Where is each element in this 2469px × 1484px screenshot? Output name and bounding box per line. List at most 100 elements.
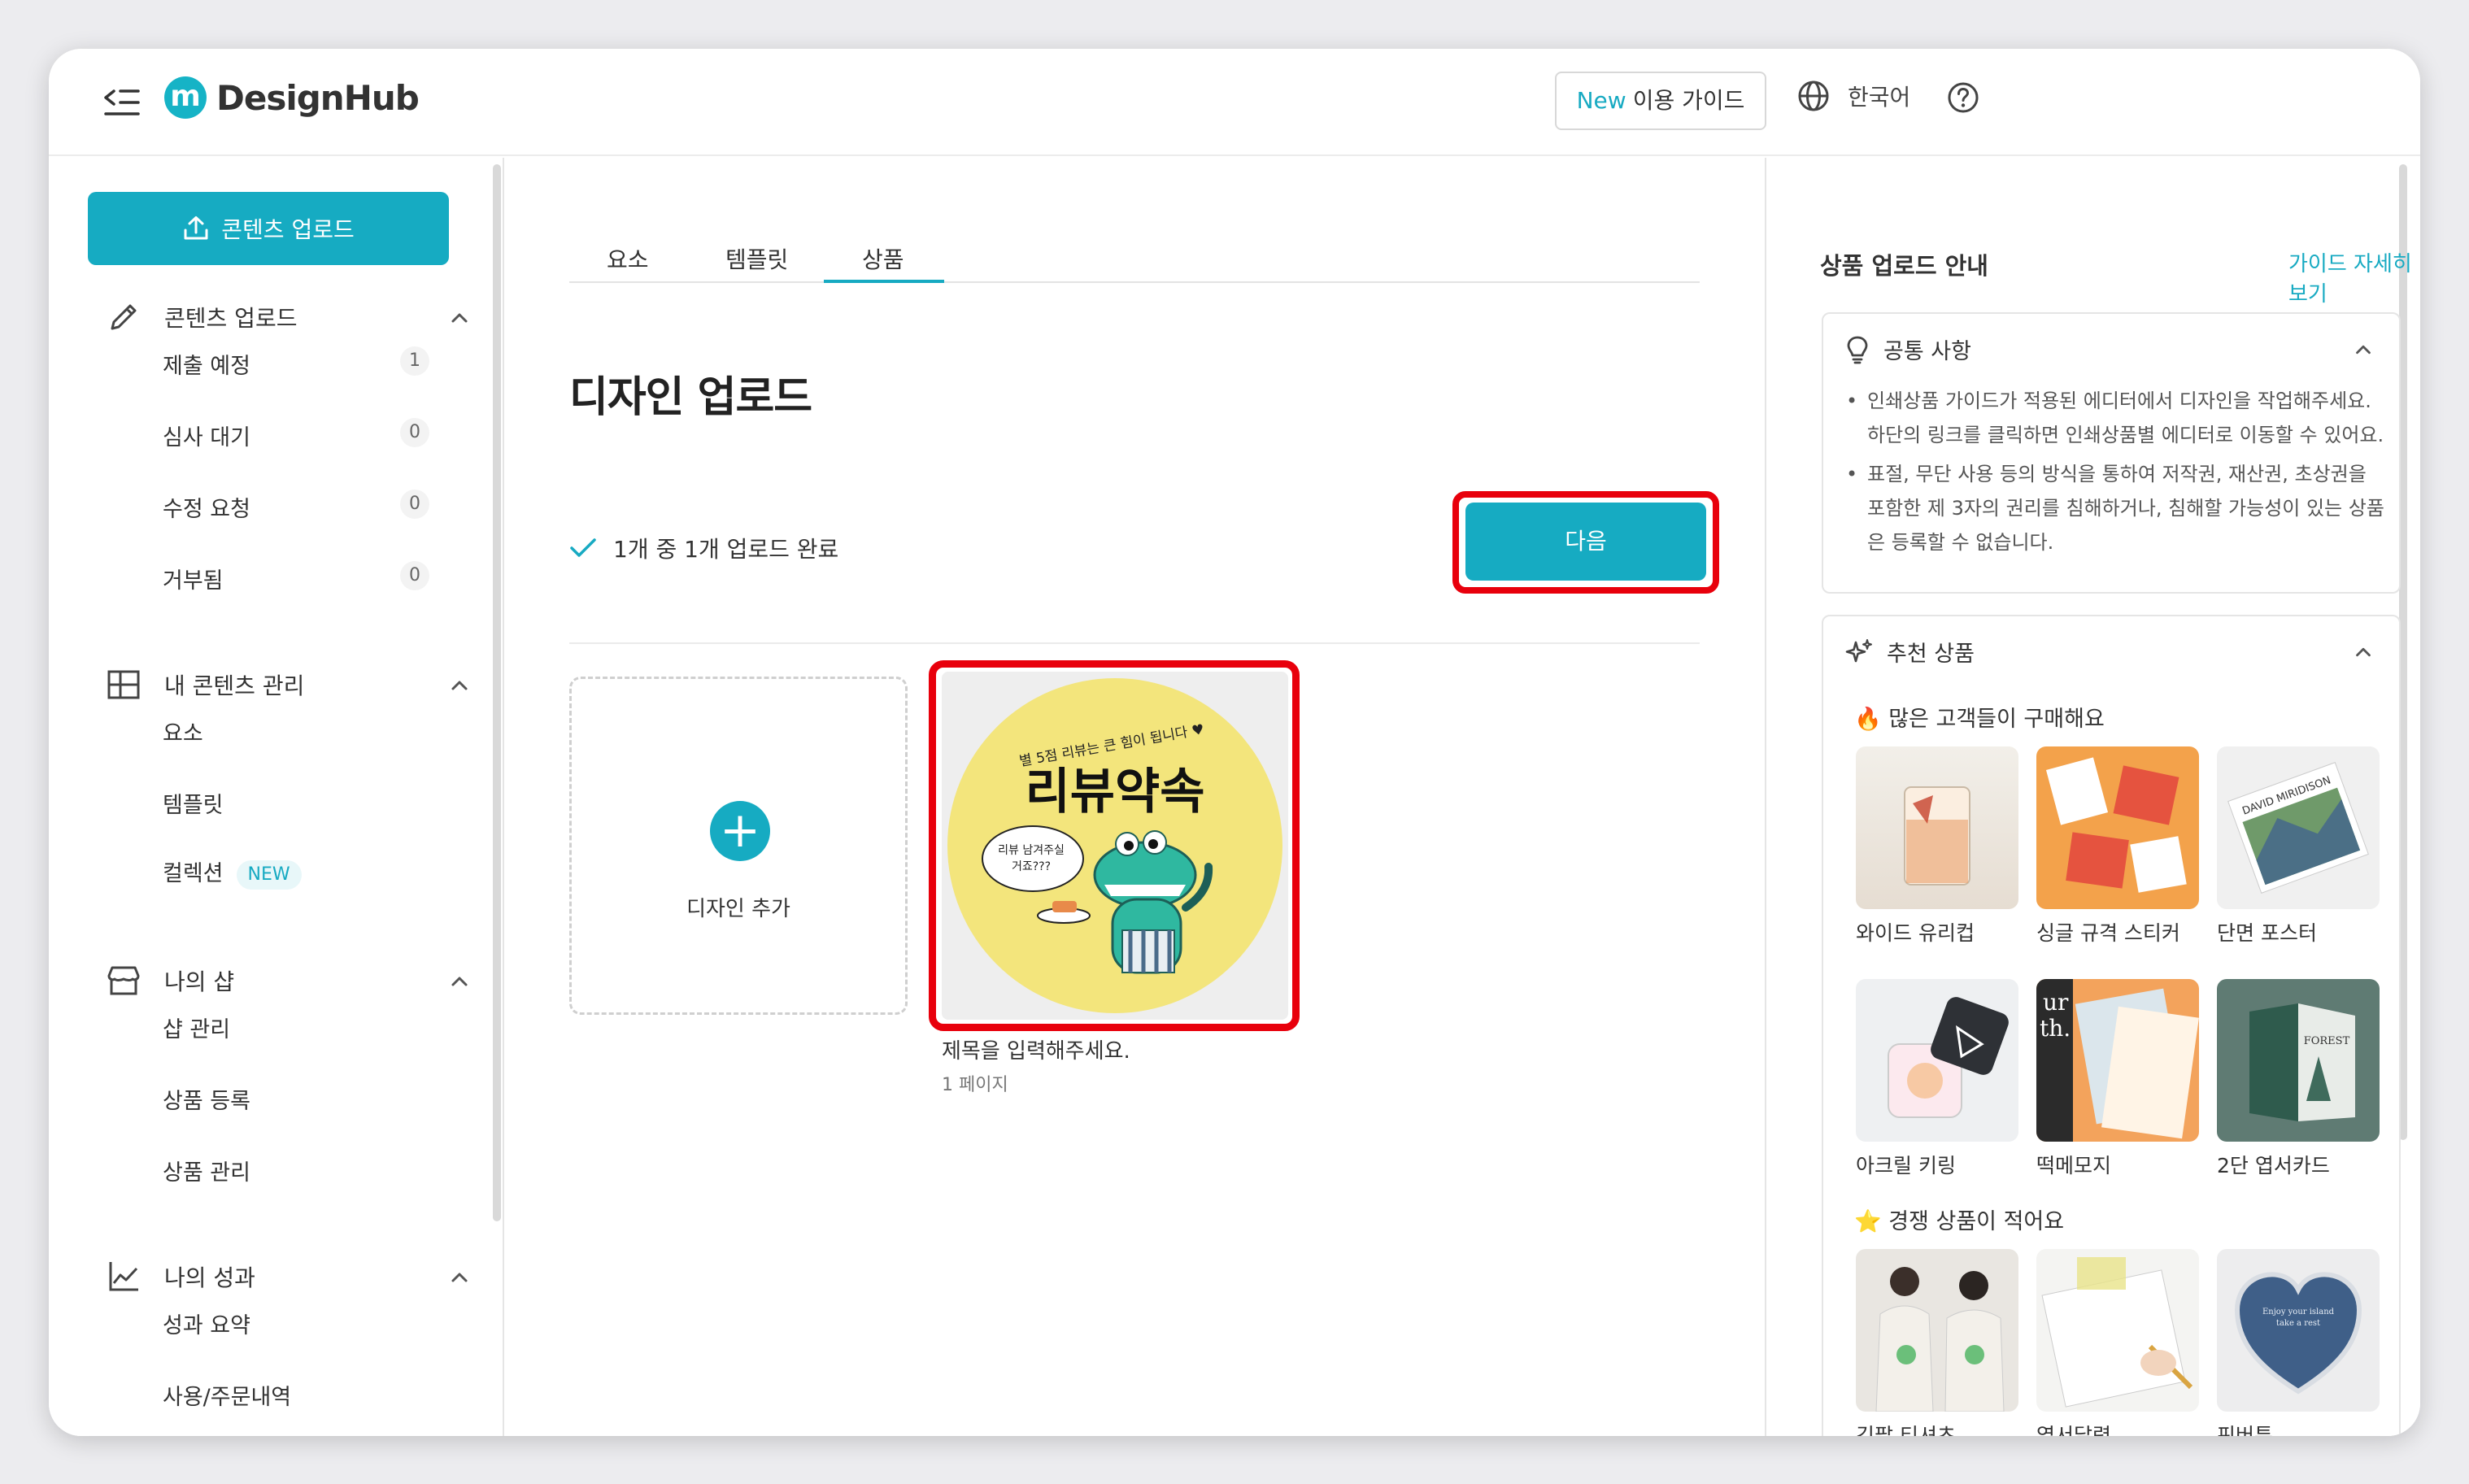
- sidebar-item-to-submit[interactable]: 제출 예정: [163, 348, 250, 380]
- main-content: 요소 템플릿 상품 디자인 업로드 1개 중 1개 업로드 완료 다음 + 디자…: [506, 158, 1766, 1436]
- check-icon: [570, 538, 596, 557]
- chart-line-icon: [109, 1262, 138, 1291]
- product-card[interactable]: Enjoy your island take a rest 핀버튼: [2217, 1249, 2380, 1436]
- help-icon[interactable]: [1947, 81, 1979, 117]
- chevron-up-icon[interactable]: [447, 969, 472, 994]
- memo-text-2: th.: [2040, 1015, 2071, 1042]
- product-thumbnail: FOREST: [2217, 979, 2380, 1142]
- tab-templates[interactable]: 템플릿: [725, 242, 788, 275]
- product-card[interactable]: ur th. 떡메모지: [2036, 979, 2199, 1179]
- upload-icon: [184, 216, 208, 240]
- sidebar-item-elements[interactable]: 요소: [163, 716, 203, 747]
- pin-text-1: Enjoy your island: [2262, 1308, 2335, 1316]
- product-name: 싱글 규격 스티커: [2036, 921, 2180, 945]
- chevron-up-icon[interactable]: [447, 673, 472, 698]
- nav-group-my-content[interactable]: 내 콘텐츠 관리: [106, 667, 480, 703]
- app-window: m DesignHub New 이용 가이드 한국어 콘텐츠 업로드 콘텐츠 업…: [49, 49, 2420, 1436]
- bullet-text: 표절, 무단 사용 등의 방식을 통하여 저작권, 재산권, 초상권을 포함한 …: [1867, 463, 2384, 554]
- chevron-up-icon[interactable]: [2352, 641, 2375, 664]
- sidebar-item-templates[interactable]: 템플릿: [163, 787, 224, 819]
- pencil-icon: [111, 304, 137, 330]
- fire-icon: 🔥: [1854, 707, 1882, 732]
- tab-products[interactable]: 상품: [862, 242, 904, 275]
- product-thumbnail: DAVID MIRIDISON: [2217, 746, 2380, 909]
- content-upload-button[interactable]: 콘텐츠 업로드: [88, 192, 449, 265]
- product-thumbnail: Enjoy your island take a rest: [2217, 1249, 2380, 1412]
- product-card[interactable]: 엽서달력: [2036, 1249, 2199, 1436]
- sidebar-item-review-pending[interactable]: 심사 대기: [163, 420, 250, 451]
- chevron-up-icon[interactable]: [2352, 338, 2375, 361]
- language-label: 한국어: [1848, 84, 1911, 111]
- product-thumbnail: [1856, 1249, 2018, 1412]
- bullet-text: 인쇄상품 가이드가 적용된 에디터에서 디자인을 작업해주세요. 하단의 링크를…: [1867, 389, 2384, 446]
- sidebar-item-shop-manage[interactable]: 샵 관리: [163, 1012, 230, 1043]
- design-thumbnail[interactable]: 별 5점 리뷰는 큰 힘이 됩니다 ♥ 리뷰약속 리뷰 남겨주실 거죠???: [942, 672, 1288, 1020]
- product-thumbnail: [2036, 746, 2199, 909]
- right-guide-panel: 상품 업로드 안내 가이드 자세히 보기 공통 사항 • 인쇄상품 가이드가 적용…: [1768, 158, 2420, 1436]
- product-name: 와이드 유리컵: [1856, 921, 1975, 945]
- art-bubble-line1: 리뷰 남겨주실: [998, 844, 1065, 857]
- product-card[interactable]: 와이드 유리컵: [1856, 746, 2018, 947]
- sidebar-item-product-register[interactable]: 상품 등록: [163, 1083, 250, 1115]
- nav-group-my-performance[interactable]: 나의 성과: [106, 1259, 480, 1295]
- popular-section-label: 🔥 많은 고객들이 구매해요: [1854, 701, 2105, 733]
- product-card[interactable]: FOREST 2단 엽서카드: [2217, 979, 2380, 1179]
- tab-elements[interactable]: 요소: [607, 242, 649, 275]
- memo-text-1: ur: [2043, 989, 2069, 1016]
- sidebar-item-usage-orders[interactable]: 사용/주문내역: [163, 1379, 291, 1411]
- add-design-card[interactable]: + 디자인 추가: [569, 677, 908, 1015]
- common-notes-box: 공통 사항 • 인쇄상품 가이드가 적용된 에디터에서 디자인을 작업해주세요. …: [1822, 312, 2401, 594]
- guide-detail-link[interactable]: 가이드 자세히 보기: [2288, 247, 2420, 307]
- sparkle-icon: [1845, 638, 1872, 662]
- low-competition-label-text: 경쟁 상품이 적어요: [1888, 1209, 2065, 1234]
- nav-group-content-upload[interactable]: 콘텐츠 업로드: [106, 299, 480, 335]
- upload-status-text: 1개 중 1개 업로드 완료: [613, 536, 839, 563]
- upload-button-label: 콘텐츠 업로드: [221, 216, 355, 243]
- design-title-input[interactable]: 제목을 입력해주세요.: [942, 1034, 1130, 1064]
- product-thumbnail: [1856, 979, 2018, 1142]
- sidebar-item-rejected[interactable]: 거부됨: [163, 563, 224, 594]
- product-card[interactable]: DAVID MIRIDISON 단면 포스터: [2217, 746, 2380, 947]
- logo[interactable]: m DesignHub: [164, 76, 420, 119]
- low-competition-section-label: ⭐ 경쟁 상품이 적어요: [1854, 1203, 2064, 1235]
- star-icon: ⭐: [1854, 1209, 1882, 1234]
- sidebar-item-performance-summary[interactable]: 성과 요약: [163, 1308, 250, 1339]
- pin-text-2: take a rest: [2276, 1319, 2320, 1328]
- store-icon: [107, 966, 140, 995]
- art-bubble-line2: 거죠???: [1012, 860, 1051, 873]
- product-thumbnail: [2036, 1249, 2199, 1412]
- logo-text: DesignHub: [216, 77, 420, 118]
- product-card[interactable]: 싱글 규격 스티커: [2036, 746, 2199, 947]
- nav-group-my-shop[interactable]: 나의 샵: [106, 963, 480, 999]
- nav-group-label: 내 콘텐츠 관리: [164, 672, 305, 699]
- chevron-up-icon[interactable]: [447, 306, 472, 330]
- review-promise-artwork: 별 5점 리뷰는 큰 힘이 됩니다 ♥ 리뷰약속 리뷰 남겨주실 거죠???: [947, 678, 1282, 1013]
- product-card[interactable]: 아크릴 키링: [1856, 979, 2018, 1179]
- sidebar-item-collections[interactable]: 컬렉션 NEW: [163, 855, 302, 890]
- add-design-label: 디자인 추가: [686, 897, 790, 921]
- product-thumbnail: [1856, 746, 2018, 909]
- product-name: 핀버튼: [2217, 1424, 2274, 1436]
- product-card[interactable]: 긴팔 티셔츠: [1856, 1249, 2018, 1436]
- layout-grid-icon: [107, 670, 140, 699]
- product-name: 엽서달력: [2036, 1424, 2112, 1436]
- chevron-up-icon[interactable]: [447, 1265, 472, 1290]
- tab-bar: 요소 템플릿 상품: [569, 242, 1700, 283]
- page-title: 디자인 업로드: [569, 373, 812, 422]
- new-label: New: [1576, 87, 1626, 114]
- recommended-header[interactable]: 추천 상품: [1844, 636, 1975, 668]
- product-name: 아크릴 키링: [1856, 1154, 1956, 1177]
- product-thumbnail: ur th.: [2036, 979, 2199, 1142]
- active-tab-indicator: [824, 280, 944, 283]
- language-selector[interactable]: 한국어: [1797, 80, 1910, 112]
- sidebar-item-edit-requested[interactable]: 수정 요청: [163, 491, 250, 523]
- common-notes-header[interactable]: 공통 사항: [1844, 333, 1971, 365]
- sidebar-item-product-manage[interactable]: 상품 관리: [163, 1155, 250, 1186]
- usage-guide-button[interactable]: New 이용 가이드: [1555, 72, 1766, 130]
- nav-group-label: 콘텐츠 업로드: [164, 305, 298, 332]
- art-main-text: 리뷰약속: [1025, 764, 1205, 820]
- next-button[interactable]: 다음: [1465, 503, 1706, 581]
- product-name: 떡메모지: [2036, 1154, 2112, 1177]
- sidebar-scrollbar[interactable]: [493, 164, 501, 1221]
- collapse-menu-icon[interactable]: [102, 83, 143, 122]
